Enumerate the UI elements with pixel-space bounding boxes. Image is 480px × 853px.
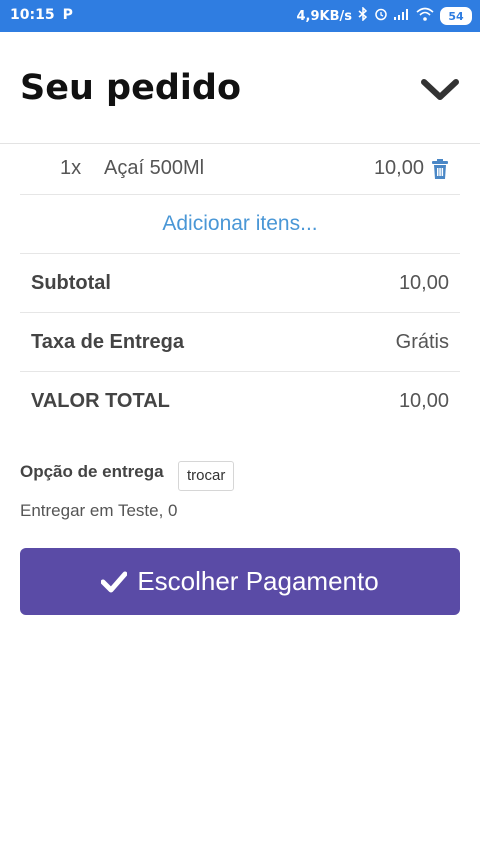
delivery-address: Entregar em Teste, 0 bbox=[20, 501, 178, 520]
add-items-row: Adicionar itens... bbox=[20, 195, 460, 254]
choose-payment-label: Escolher Pagamento bbox=[137, 566, 379, 596]
delivery-fee-value: Grátis bbox=[395, 330, 449, 353]
delivery-option-label: Opção de entrega bbox=[20, 462, 164, 481]
header: Seu pedido bbox=[0, 32, 480, 144]
alarm-icon bbox=[374, 7, 388, 25]
choose-payment-button[interactable]: Escolher Pagamento bbox=[20, 548, 460, 615]
network-speed: 4,9KB/s bbox=[296, 8, 353, 24]
subtotal-label: Subtotal bbox=[31, 271, 111, 294]
battery-icon: 54 bbox=[440, 7, 472, 25]
total-row: VALOR TOTAL 10,00 bbox=[20, 372, 460, 430]
subtotal-row: Subtotal 10,00 bbox=[20, 254, 460, 313]
delivery-fee-row: Taxa de Entrega Grátis bbox=[20, 313, 460, 372]
app-badge-icon: P bbox=[62, 7, 73, 23]
change-delivery-button[interactable]: trocar bbox=[178, 461, 235, 491]
total-label: VALOR TOTAL bbox=[31, 389, 170, 412]
status-time: 10:15 bbox=[10, 7, 55, 23]
item-quantity: 1x bbox=[60, 157, 82, 179]
signal-icon bbox=[394, 8, 410, 24]
chevron-down-icon[interactable] bbox=[420, 76, 460, 104]
trash-icon[interactable] bbox=[428, 157, 452, 181]
subtotal-value: 10,00 bbox=[398, 271, 449, 294]
order-item-row: 1x Açaí 500Ml 10,00 bbox=[20, 143, 460, 195]
page-title: Seu pedido bbox=[20, 68, 241, 108]
bluetooth-icon bbox=[358, 6, 368, 25]
item-name: Açaí 500Ml bbox=[104, 157, 205, 179]
delivery-fee-label: Taxa de Entrega bbox=[31, 330, 185, 353]
check-icon bbox=[101, 571, 128, 592]
wifi-icon bbox=[416, 7, 434, 25]
add-items-link[interactable]: Adicionar itens... bbox=[162, 212, 317, 236]
status-bar: 10:15 P 4,9KB/s 54 bbox=[0, 0, 480, 32]
total-value: 10,00 bbox=[398, 389, 449, 412]
item-price: 10,00 bbox=[373, 157, 424, 179]
